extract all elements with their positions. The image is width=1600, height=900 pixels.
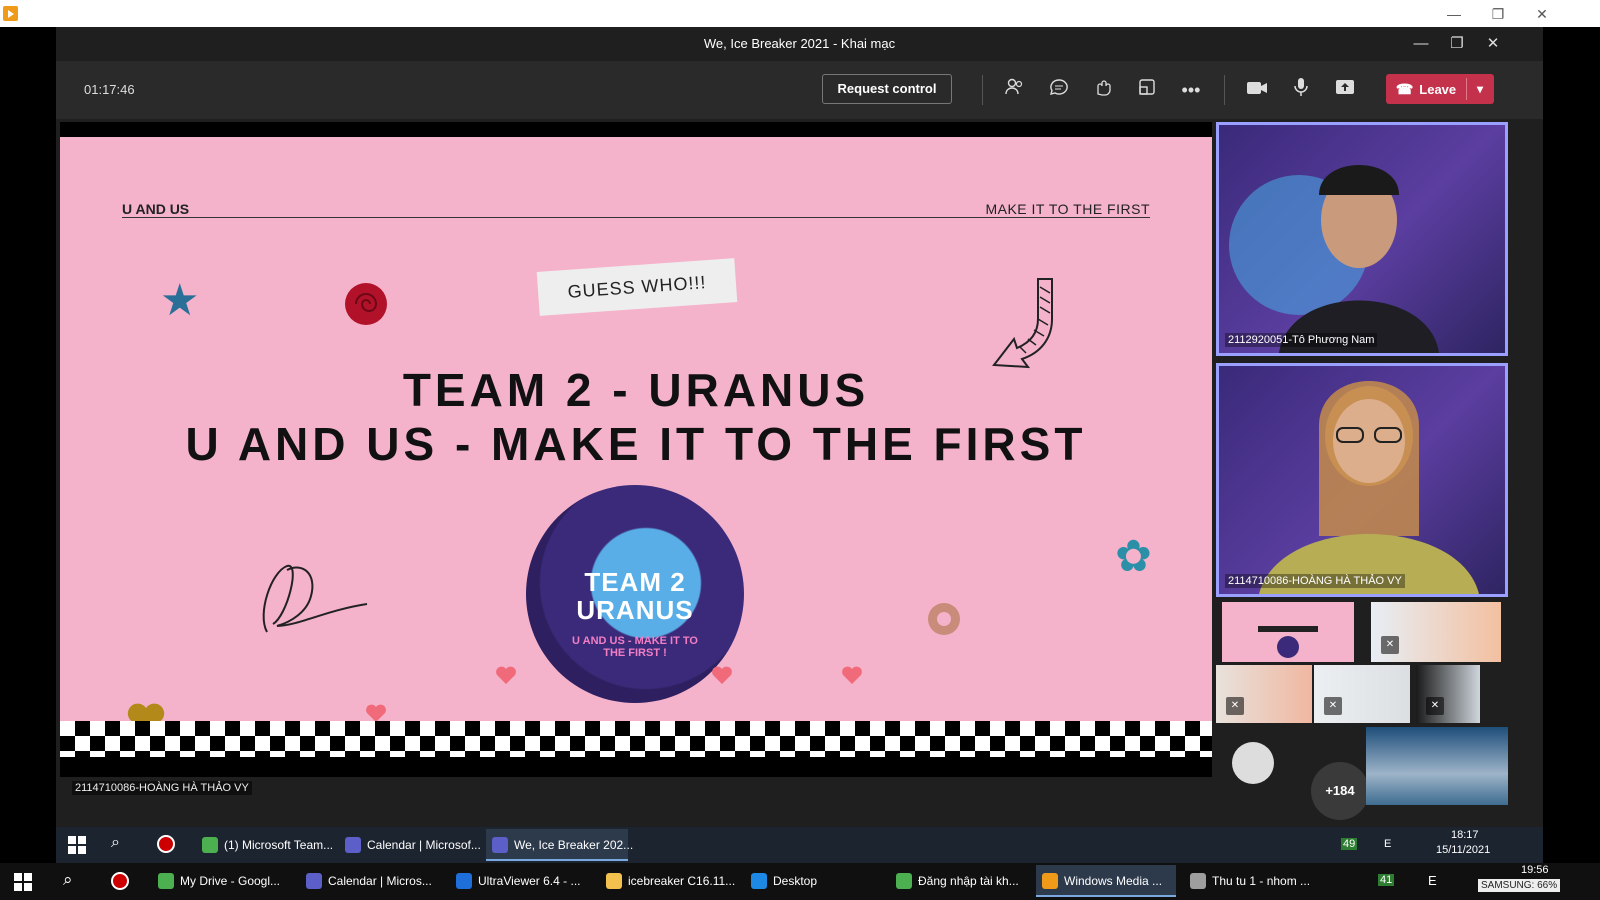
participant-thumbnail[interactable] [1366,727,1508,805]
tray-badge[interactable]: 49 [1341,838,1358,850]
leave-label: Leave [1419,82,1457,97]
slide-divider [122,217,1150,218]
maximize-icon[interactable]: ❐ [1443,33,1471,55]
taskbar-item-meeting[interactable]: We, Ice Breaker 202... [486,829,633,861]
guess-who-sticker: GUESS WHO!!! [536,258,738,316]
slide-left-header: U AND US [122,201,190,217]
taskbar-item-ultraviewer[interactable]: UltraViewer 6.4 - ... [450,865,590,897]
meeting-toolbar: 01:17:46 Request control ••• ☎ Leave ▾ [56,61,1543,119]
minimize-icon[interactable]: — [1436,4,1472,24]
heart-icon [712,666,732,684]
remote-date: 15/11/2021 [1436,844,1491,856]
participant-name: 2114710086-HOÀNG HÀ THẢO VY [1225,574,1405,588]
mic-off-icon: ✕ [1324,697,1342,715]
taskbar-item-login[interactable]: Đăng nhập tài kh... [890,865,1030,897]
participant-thumbnail[interactable]: ✕ [1314,665,1410,723]
media-player-titlebar: — ❐ ✕ [0,0,1600,27]
taskbar-item-calendar[interactable]: Calendar | Micros... [300,865,440,897]
close-icon[interactable]: ✕ [1479,33,1507,55]
remote-taskbar: ⌕ (1) Microsoft Team... Calendar | Micro… [56,827,1543,863]
arrow-doodle-icon [992,278,1053,369]
meeting-title: We, Ice Breaker 2021 - Khai mạc [703,36,896,51]
share-screen-icon[interactable] [1331,77,1359,103]
taskbar-item-folder[interactable]: icebreaker C16.11... [600,865,740,897]
presenter-name: 2114710086-HOÀNG HÀ THẢO VY [72,781,252,795]
record-icon[interactable] [111,872,129,890]
meeting-timer: 01:17:46 [84,82,135,97]
rooms-icon[interactable] [1133,77,1161,103]
participants-icon[interactable] [1001,77,1029,103]
close-icon[interactable]: ✕ [1524,4,1560,24]
stage-top-bar [60,122,1212,137]
search-icon[interactable]: ⌕ [63,870,73,890]
star-sticker-icon: ★ [160,276,200,325]
battery-tooltip: SAMSUNG: 66% [1478,879,1561,892]
taskbar-item-teams-chrome[interactable]: (1) Microsoft Team... [196,829,333,861]
slide-right-header: MAKE IT TO THE FIRST [985,201,1150,217]
meeting-titlebar: We, Ice Breaker 2021 - Khai mạc — ❐ ✕ [56,27,1543,61]
local-taskbar: ⌕ My Drive - Googl... Calendar | Micros.… [0,863,1600,900]
restore-icon[interactable]: ❐ [1480,4,1516,24]
logo-ring-text: U AND US - MAKE IT TO THE FIRST ! [572,635,698,659]
participant-thumbnail[interactable]: ✕ [1371,602,1501,662]
reactions-icon[interactable] [1089,77,1117,103]
slide-heading-2: U AND US - MAKE IT TO THE FIRST [185,418,1087,470]
logo-line-2: URANUS [576,595,694,625]
participant-thumbnail[interactable] [1222,602,1354,662]
mic-off-icon: ✕ [1426,697,1444,715]
teams-meeting-window: We, Ice Breaker 2021 - Khai mạc — ❐ ✕ 01… [56,27,1543,827]
heart-icon [842,666,862,684]
participant-video [1259,381,1479,594]
windows-start-icon[interactable] [14,873,32,891]
checkered-border [60,721,1212,757]
participant-video-tile[interactable]: 2112920051-Tô Phương Nam [1216,122,1508,356]
tray-language[interactable]: E [1428,873,1437,888]
mic-off-icon: ✕ [1381,636,1399,654]
local-time: 19:56 [1521,864,1549,876]
phone-hangup-icon: ☎ [1395,81,1414,97]
participant-video [1229,165,1439,353]
windows-start-icon[interactable] [68,836,86,854]
toolbar-divider [982,75,983,105]
participant-thumbnail[interactable]: ✕ [1416,665,1480,723]
tray-language[interactable]: E [1384,838,1391,850]
participant-name: 2112920051-Tô Phương Nam [1225,333,1378,347]
taskbar-item-desktop[interactable]: Desktop [745,865,885,897]
flower-sticker-icon: ✿ [1115,532,1152,581]
search-icon[interactable]: ⌕ [111,834,120,852]
overflow-participants[interactable]: +184 [1311,762,1369,820]
minimize-icon[interactable]: — [1407,33,1435,55]
leave-button[interactable]: ☎ Leave ▾ [1386,74,1494,104]
mic-off-icon: ✕ [1226,697,1244,715]
donut-sticker-icon [928,603,960,635]
camera-icon[interactable] [1243,77,1271,103]
toolbar-divider [1224,75,1225,105]
logo-line-1: TEAM 2 [584,567,686,597]
taskbar-item-word[interactable]: Thu tu 1 - nhom ... [1184,865,1324,897]
rose-sticker-icon [345,283,387,325]
avatar[interactable] [1232,742,1274,784]
chat-icon[interactable] [1045,77,1073,103]
taskbar-item-media-player[interactable]: Windows Media ... [1036,865,1176,897]
slide-heading-1: TEAM 2 - URANUS [402,364,870,416]
heart-icon [496,666,516,684]
taskbar-item-drive[interactable]: My Drive - Googl... [152,865,292,897]
mic-icon[interactable] [1287,77,1315,103]
taskbar-item-calendar[interactable]: Calendar | Microsof... [339,829,481,861]
more-icon[interactable]: ••• [1177,77,1205,103]
remote-time: 18:17 [1451,829,1479,841]
signature-doodle-icon [262,564,368,633]
record-icon[interactable] [157,835,175,853]
participant-thumbnail[interactable]: ✕ [1216,665,1312,723]
stage-bottom-bar [60,757,1212,777]
tray-badge[interactable]: 41 [1378,874,1395,886]
media-player-icon [3,6,18,21]
request-control-button[interactable]: Request control [822,74,952,104]
chevron-down-icon[interactable]: ▾ [1466,74,1494,104]
shared-slide: U AND US MAKE IT TO THE FIRST ★ GUESS WH… [60,137,1212,757]
participant-video-tile[interactable]: 2114710086-HOÀNG HÀ THẢO VY [1216,363,1508,597]
